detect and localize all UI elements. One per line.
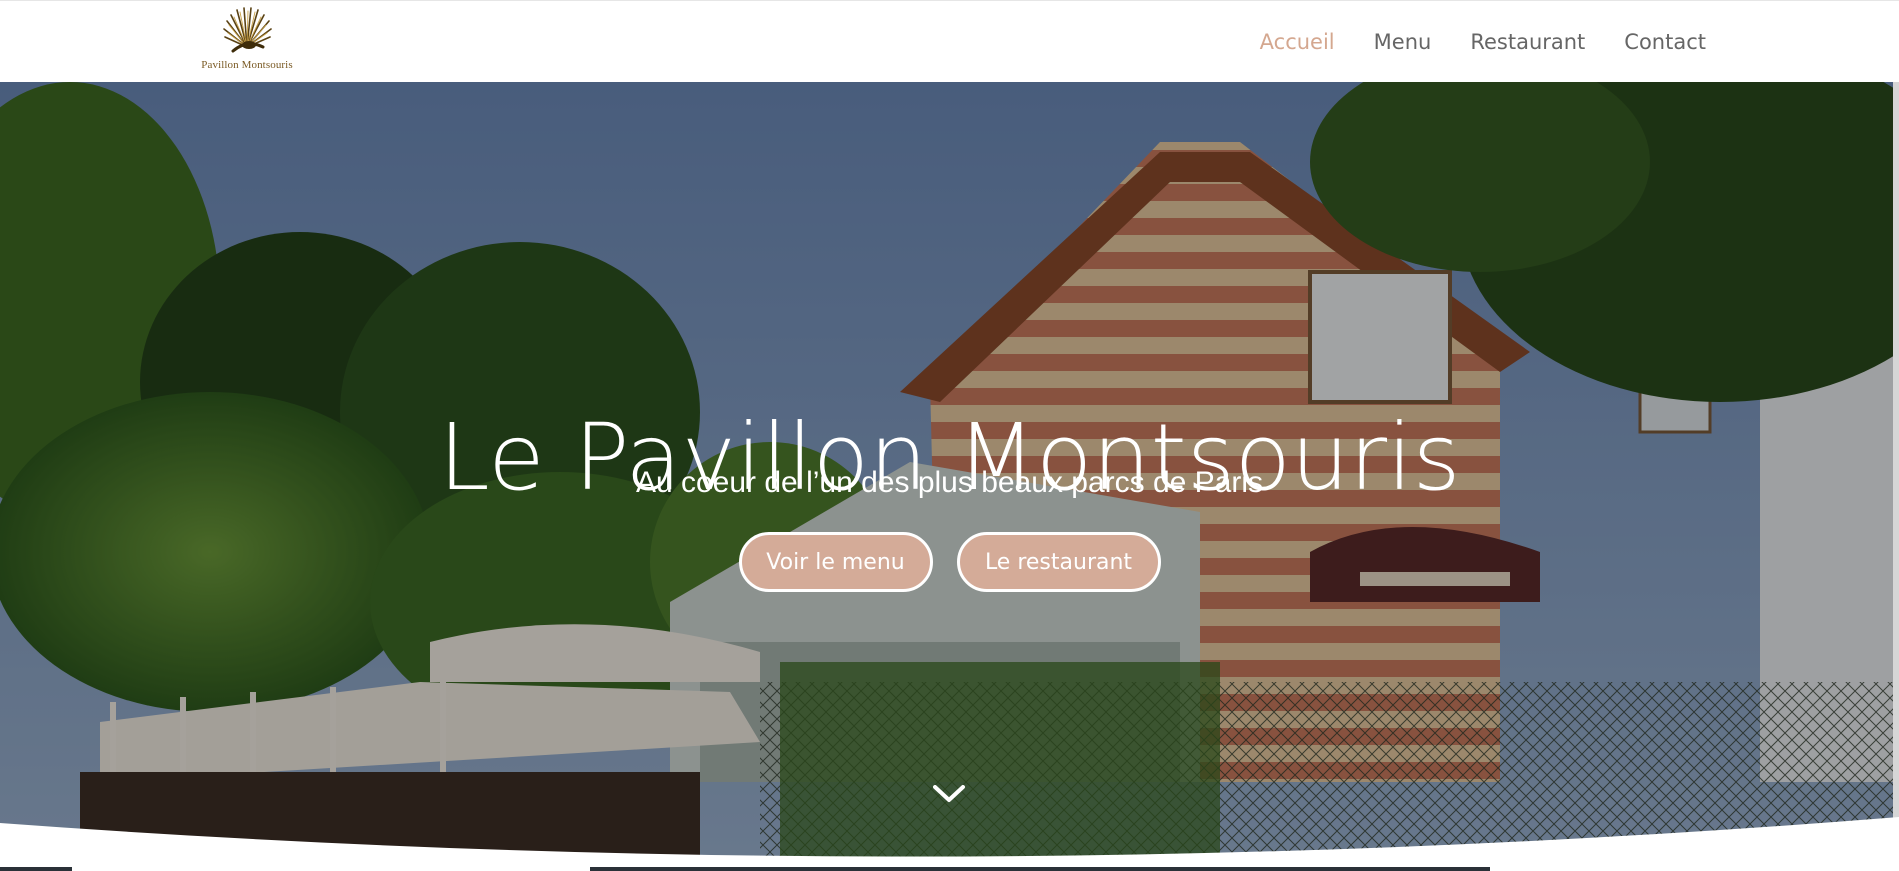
hero-buttons: Voir le menu Le restaurant bbox=[0, 532, 1899, 592]
section-divider-curve bbox=[0, 817, 1899, 871]
nav-item-accueil[interactable]: Accueil bbox=[1260, 30, 1335, 54]
hero-subtitle: Au coeur de l’un des plus beaux parcs de… bbox=[635, 466, 1264, 499]
hero-section: Le Pavillon Montsouris Au coeur de l’un … bbox=[0, 82, 1899, 871]
nav-item-restaurant[interactable]: Restaurant bbox=[1470, 30, 1585, 54]
logo-fan-icon bbox=[223, 7, 272, 53]
site-logo[interactable]: Pavillon Montsouris bbox=[199, 7, 295, 75]
logo-text: Pavillon Montsouris bbox=[201, 59, 293, 71]
view-menu-button[interactable]: Voir le menu bbox=[738, 532, 933, 592]
site-header: Pavillon Montsouris Accueil Menu Restaur… bbox=[0, 0, 1899, 82]
nav-item-menu[interactable]: Menu bbox=[1374, 30, 1432, 54]
nav-item-contact[interactable]: Contact bbox=[1624, 30, 1706, 54]
page: Pavillon Montsouris Accueil Menu Restaur… bbox=[0, 0, 1899, 871]
main-nav: Accueil Menu Restaurant Contact bbox=[1221, 27, 1706, 57]
restaurant-button[interactable]: Le restaurant bbox=[956, 532, 1161, 592]
